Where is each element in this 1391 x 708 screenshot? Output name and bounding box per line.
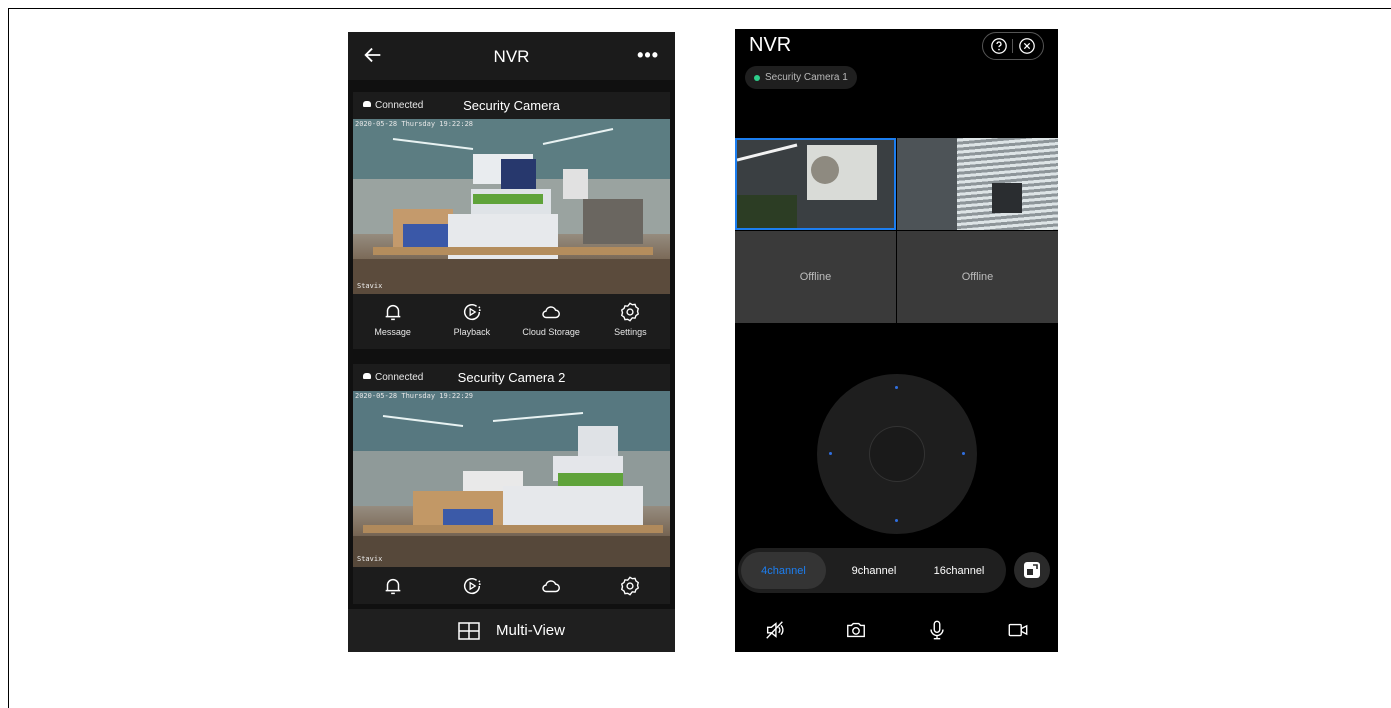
action-label: Settings [614,327,647,337]
camera-selector-chip[interactable]: Security Camera 1 [745,66,857,89]
help-icon[interactable] [990,37,1008,55]
message-button[interactable]: Message [353,294,432,349]
playback-button[interactable]: Playback [432,294,511,349]
channel-tile-1[interactable] [735,138,896,230]
option-4channel[interactable]: 4channel [741,552,826,589]
more-menu-button[interactable]: ••• [637,45,659,66]
multi-view-label: Multi-View [496,622,565,639]
record-button[interactable] [977,607,1058,652]
feed-scene-image [353,391,670,567]
microphone-icon [930,620,944,639]
mute-icon [766,620,784,639]
feed-timestamp: 2020-05-28 Thursday 19:22:29 [355,392,474,400]
multi-view-screen: NVR Security Camera 1 Offline Offline 4c… [735,29,1058,652]
mini-program-capsule [982,32,1044,60]
cloud-storage-button[interactable]: Cloud Storage [512,294,591,349]
fullscreen-button[interactable] [1014,552,1050,588]
playback-icon [463,303,481,321]
ptz-up-indicator[interactable] [895,386,898,389]
camera-actions [353,567,670,605]
ptz-joystick[interactable] [817,374,977,534]
feed-scene-image [737,140,894,228]
ptz-left-indicator[interactable] [829,452,832,455]
camera-card-header: Connected Security Camera 2 [353,364,670,391]
mute-button[interactable] [735,607,816,652]
channel-grid: Offline Offline [735,138,1058,323]
ptz-right-indicator[interactable] [962,452,965,455]
settings-button[interactable]: Settings [591,294,670,349]
message-button[interactable] [353,567,432,605]
cloud-storage-button[interactable] [512,567,591,605]
bell-icon [385,578,400,595]
camera-live-feed[interactable]: 2020-05-28 Thursday 19:22:29 Stavix [353,391,670,567]
gear-icon [621,302,640,322]
playback-icon [463,577,481,595]
video-record-icon [1008,623,1028,636]
bell-icon [385,304,400,321]
capsule-divider [1012,39,1014,53]
playback-button[interactable] [432,567,511,605]
action-label: Playback [453,327,491,337]
grid-icon [458,621,480,640]
channel-count-selector: 4channel 9channel 16channel [738,548,1006,593]
close-icon[interactable] [1018,37,1036,55]
snapshot-button[interactable] [816,607,897,652]
channel-tile-4[interactable]: Offline [897,231,1058,323]
camera-chip-label: Security Camera 1 [765,72,848,83]
screenshot-frame [8,8,1391,708]
camera-card: Connected Security Camera 2 2020-05-28 T… [353,364,670,604]
page-title: NVR [749,34,792,56]
settings-button[interactable] [591,567,670,605]
offline-label: Offline [961,271,994,283]
camera-actions: Message Playback Cloud Storage Settings [353,294,670,349]
option-9channel[interactable]: 9channel [834,552,914,589]
cloud-icon [542,580,561,593]
camera-card: Connected Security Camera 2020-05-28 Thu… [353,92,670,349]
camera-name: Security Camera [463,98,560,113]
option-16channel[interactable]: 16channel [918,552,1000,589]
ptz-down-indicator[interactable] [895,519,898,522]
channel-tile-3[interactable]: Offline [735,231,896,323]
ptz-center[interactable] [869,426,925,482]
layout-switch-icon [1024,562,1040,578]
online-status-dot [754,74,760,81]
feed-scene-image [897,138,1022,230]
top-nav-bar: NVR ••• [348,32,675,80]
camera-name: Security Camera 2 [457,370,566,385]
feed-watermark: Stavix [357,555,383,563]
action-label: Message [374,327,411,337]
page-title: NVR [493,47,530,66]
device-list-screen: NVR ••• Connected Security Camera 2020-0… [348,32,675,652]
channel-tile-2[interactable] [897,138,1058,230]
bottom-toolbar [735,607,1058,652]
cloud-icon [542,306,561,319]
gear-icon [621,576,640,596]
feed-timestamp: 2020-05-28 Thursday 19:22:28 [355,120,474,128]
feed-watermark: Stavix [357,282,383,290]
offline-label: Offline [799,271,832,283]
feed-scene-image [353,119,670,294]
camera-live-feed[interactable]: 2020-05-28 Thursday 19:22:28 Stavix [353,119,670,294]
camera-icon [847,622,866,637]
talk-button[interactable] [897,607,978,652]
action-label: Cloud Storage [522,327,580,337]
multi-view-button[interactable]: Multi-View [348,609,675,652]
camera-card-header: Connected Security Camera [353,92,670,119]
